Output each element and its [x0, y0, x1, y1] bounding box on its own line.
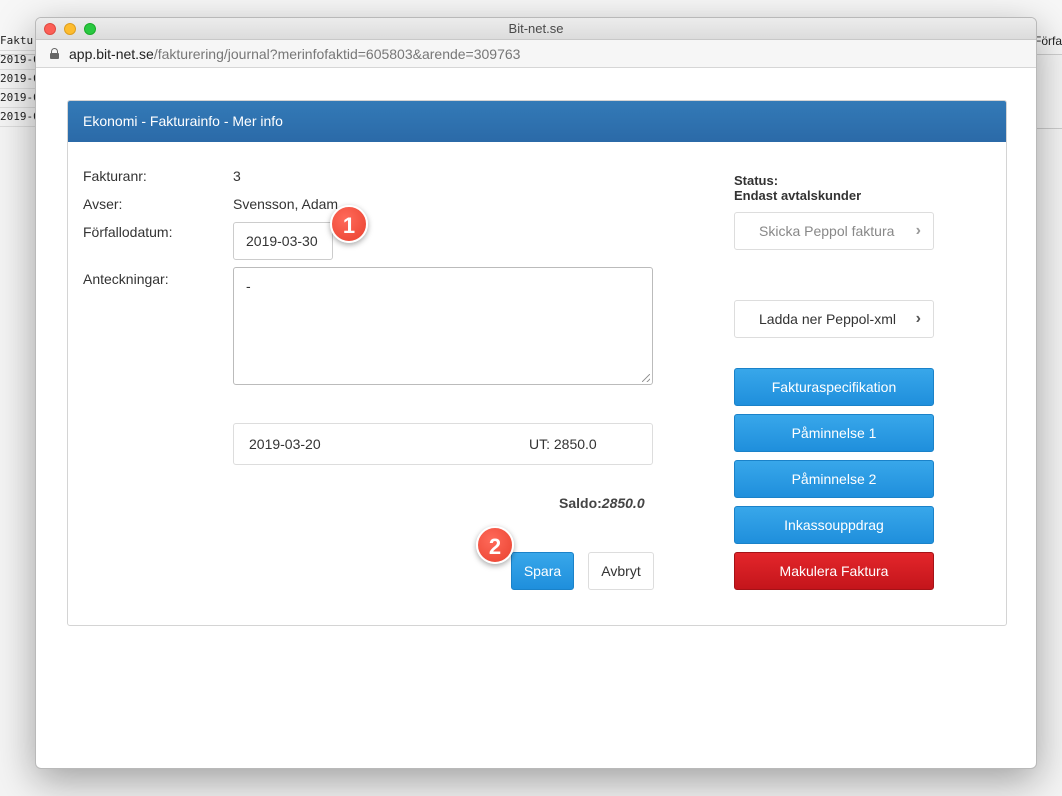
send-peppol-button[interactable]: Skicka Peppol faktura › [734, 212, 934, 250]
payment-row: 2019-03-20 UT: 2850.0 [233, 423, 653, 465]
download-peppol-label: Ladda ner Peppol-xml [759, 311, 896, 327]
background-date-column: Fakturad 2019-03- 2019-03- 2019-03- 2019… [0, 32, 36, 127]
background-right-header: Förfallo [1034, 34, 1062, 48]
background-row: 2019-07- [0, 108, 36, 127]
due-date-input[interactable]: 2019-03-30 [233, 222, 333, 260]
background-row: 2019-03- [0, 51, 36, 70]
background-row: 2019-03- [0, 89, 36, 108]
due-date-label: Förfallodatum: [83, 224, 173, 240]
balance-value: 2850.0 [601, 495, 645, 511]
status-value: Endast avtalskunder [734, 188, 862, 203]
balance-label: Saldo: [559, 495, 602, 511]
balance: Saldo:2850.0 [559, 495, 645, 511]
customer-value: Svensson, Adam [233, 196, 339, 212]
reminder-1-button[interactable]: Påminnelse 1 [734, 414, 934, 452]
chevron-right-icon: › [915, 310, 921, 327]
save-button[interactable]: Spara [511, 552, 574, 590]
invoice-info-panel: Ekonomi - Fakturainfo - Mer info Faktura… [67, 100, 1007, 626]
address-bar[interactable]: app.bit-net.se/fakturering/journal?merin… [36, 40, 1036, 68]
invoice-specification-button[interactable]: Fakturaspecifikation [734, 368, 934, 406]
notes-textarea[interactable]: - [233, 267, 653, 385]
background-column-header: Fakturad [0, 32, 36, 51]
background-row: 2019-03- [0, 70, 36, 89]
window-controls [44, 23, 96, 35]
invoice-number-value: 3 [233, 168, 241, 184]
customer-label: Avser: [83, 196, 123, 212]
status-block: Status: Endast avtalskunder [734, 173, 861, 203]
window-title: Bit-net.se [508, 21, 564, 36]
payment-date: 2019-03-20 [249, 436, 321, 452]
cancel-button[interactable]: Avbryt [588, 552, 654, 590]
maximize-window-icon[interactable] [84, 23, 96, 35]
reminder-2-button[interactable]: Påminnelse 2 [734, 460, 934, 498]
send-peppol-label: Skicka Peppol faktura [759, 223, 895, 239]
step-marker-2: 2 [476, 526, 514, 564]
notes-label: Anteckningar: [83, 271, 169, 287]
notes-text: - [246, 278, 251, 294]
invoice-number-label: Fakturanr: [83, 168, 147, 184]
close-window-icon[interactable] [44, 23, 56, 35]
chevron-right-icon: › [915, 222, 921, 239]
void-invoice-button[interactable]: Makulera Faktura [734, 552, 934, 590]
resize-grip-icon[interactable] [642, 374, 650, 382]
panel-heading: Ekonomi - Fakturainfo - Mer info [68, 101, 1006, 142]
debt-collection-button[interactable]: Inkassouppdrag [734, 506, 934, 544]
url-host: app.bit-net.se [69, 45, 154, 62]
background-divider [1034, 128, 1062, 129]
url-path: /fakturering/journal?merinfofaktid=60580… [153, 45, 521, 62]
window-titlebar: Bit-net.se [36, 18, 1036, 40]
step-marker-1: 1 [330, 205, 368, 243]
minimize-window-icon[interactable] [64, 23, 76, 35]
lock-icon [50, 48, 59, 59]
status-label: Status: [734, 173, 779, 188]
download-peppol-xml-button[interactable]: Ladda ner Peppol-xml › [734, 300, 934, 338]
popup-window: Bit-net.se app.bit-net.se/fakturering/jo… [35, 17, 1037, 769]
payment-amount: UT: 2850.0 [529, 436, 597, 452]
